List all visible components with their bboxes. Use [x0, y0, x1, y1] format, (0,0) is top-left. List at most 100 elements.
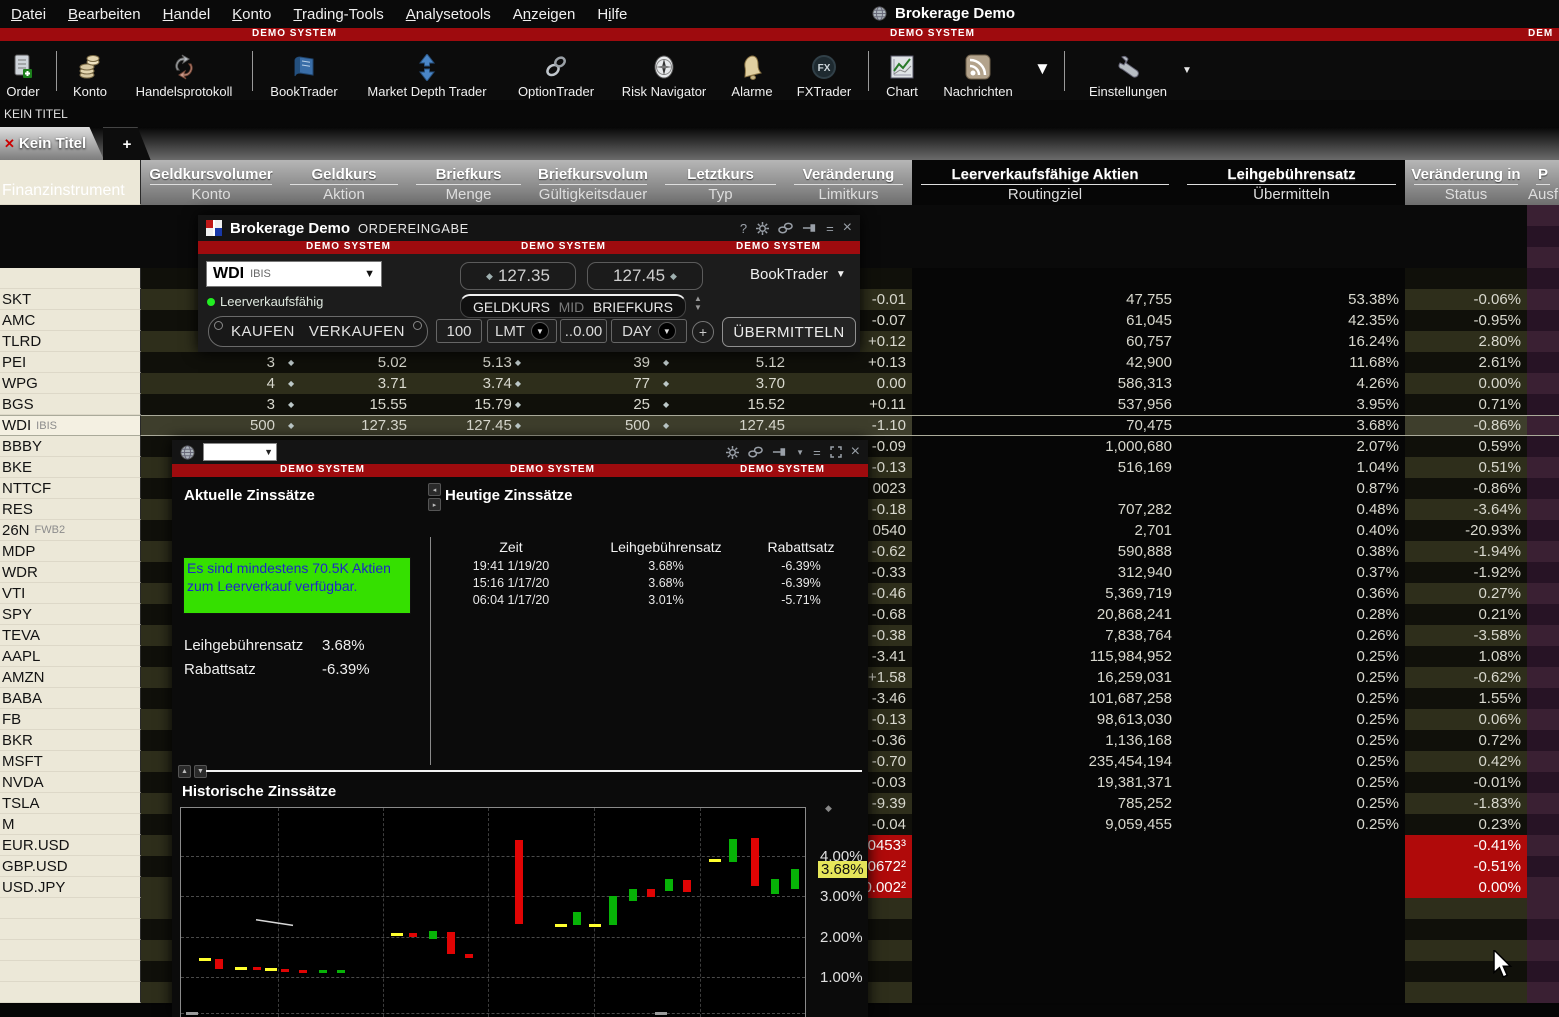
last-cell[interactable]: ◆ 127.45	[656, 415, 785, 436]
menu-hilfe[interactable]: Hilfe	[586, 2, 638, 27]
bid-size-cell[interactable]: 500	[141, 415, 281, 436]
fee-rate-cell[interactable]: 16.24%	[1178, 331, 1405, 352]
shortable-shares-cell[interactable]: 98,613,030	[912, 709, 1178, 730]
shortable-shares-cell[interactable]: 537,956	[912, 394, 1178, 415]
bid-price-button[interactable]: ◆ 127.35	[460, 262, 576, 290]
bid-cell[interactable]: ◆ 127.35	[281, 415, 407, 436]
shortable-shares-cell[interactable]: 115,984,952	[912, 646, 1178, 667]
fee-rate-cell[interactable]: 3.68%	[1178, 415, 1405, 436]
fee-change-cell[interactable]: 0.59%	[1405, 436, 1527, 457]
toolbar-button-chart[interactable]: Chart	[876, 45, 928, 99]
shortable-shares-cell[interactable]: 707,282	[912, 499, 1178, 520]
toolbar-dropdown-arrow-icon[interactable]: ▼	[1182, 65, 1192, 76]
last-cell[interactable]: ◆ 5.12	[656, 352, 785, 373]
minimize-icon[interactable]: =	[813, 445, 821, 460]
toolbar-button-alarme[interactable]: Alarme	[724, 45, 780, 99]
shortable-shares-cell[interactable]	[912, 898, 1178, 919]
fee-rate-cell[interactable]: 53.38%	[1178, 289, 1405, 310]
shortable-shares-cell[interactable]	[912, 856, 1178, 877]
submit-order-button[interactable]: ÜBERMITTELN	[722, 317, 856, 347]
shortable-shares-cell[interactable]: 70,475	[912, 415, 1178, 436]
menu-handel[interactable]: Handel	[152, 2, 222, 27]
change-cell[interactable]: +0.11	[785, 394, 912, 415]
shortable-shares-cell[interactable]	[912, 478, 1178, 499]
toolbar-button-risk-navigator[interactable]: Risk Navigator	[608, 45, 720, 99]
toolbar-button-handelsprotokoll[interactable]: Handelsprotokoll	[122, 45, 246, 99]
instrument-cell[interactable]	[0, 982, 141, 1003]
instrument-cell[interactable]: MSFT	[0, 751, 141, 772]
minimize-icon[interactable]: =	[826, 221, 834, 236]
fee-rate-cell[interactable]: 11.68%	[1178, 352, 1405, 373]
fee-change-cell[interactable]: 0.06%	[1405, 709, 1527, 730]
instrument-cell[interactable]: BGS	[0, 394, 141, 415]
ask-size-cell[interactable]: 77	[530, 373, 656, 394]
pin-icon[interactable]	[802, 222, 817, 234]
chevron-down-icon[interactable]: ▼	[796, 448, 804, 457]
order-dialog-titlebar[interactable]: Brokerage Demo ORDEREINGABE ? = ×	[198, 215, 860, 241]
toolbar-button-market-depth-trader[interactable]: Market Depth Trader	[356, 45, 498, 99]
bid-cell[interactable]: ◆ 15.55	[281, 394, 407, 415]
close-icon[interactable]: ×	[843, 219, 852, 237]
fee-rate-cell[interactable]	[1178, 247, 1405, 268]
fee-rate-cell[interactable]: 0.25%	[1178, 793, 1405, 814]
menu-datei[interactable]: Datei	[0, 2, 57, 27]
header-last[interactable]: Letztkurs Typ	[656, 160, 785, 205]
help-icon[interactable]: ?	[740, 221, 747, 236]
fee-rate-cell[interactable]: 0.38%	[1178, 541, 1405, 562]
instrument-cell[interactable]	[0, 247, 141, 268]
fee-rate-cell[interactable]: 0.25%	[1178, 688, 1405, 709]
fee-change-cell[interactable]: 0.51%	[1405, 457, 1527, 478]
close-icon[interactable]: ×	[851, 443, 860, 461]
toolbar-button-optiontrader[interactable]: OptionTrader	[504, 45, 608, 99]
fee-change-cell[interactable]: -3.58%	[1405, 625, 1527, 646]
gear-icon[interactable]	[756, 221, 770, 235]
menu-anzeigen[interactable]: Anzeigen	[502, 2, 587, 27]
fee-change-cell[interactable]: 2.80%	[1405, 331, 1527, 352]
instrument-cell[interactable]	[0, 226, 141, 247]
instrument-cell[interactable]: WDI IBIS	[0, 415, 141, 436]
toolbar-button-fxtrader[interactable]: FX FXTrader	[784, 45, 864, 99]
fee-rate-cell[interactable]	[1178, 940, 1405, 961]
instrument-cell[interactable]: EUR.USD	[0, 835, 141, 856]
ask-cell[interactable]: 3.74 ◆	[407, 373, 530, 394]
fee-change-cell[interactable]: -0.95%	[1405, 310, 1527, 331]
shortable-shares-cell[interactable]: 2,701	[912, 520, 1178, 541]
shortable-shares-cell[interactable]: 9,059,455	[912, 814, 1178, 835]
instrument-cell[interactable]: AMC	[0, 310, 141, 331]
shortable-shares-cell[interactable]: 47,755	[912, 289, 1178, 310]
fee-change-cell[interactable]: -0.06%	[1405, 289, 1527, 310]
symbol-combobox[interactable]: WDI IBIS ▼	[206, 261, 382, 287]
instrument-cell[interactable]: VTI	[0, 583, 141, 604]
fee-rate-cell[interactable]: 0.37%	[1178, 562, 1405, 583]
tif-dropdown[interactable]: DAY ▼	[611, 319, 687, 343]
fee-change-cell[interactable]: -0.01%	[1405, 772, 1527, 793]
toolbar-dropdown-arrow-icon[interactable]: ▼	[1034, 59, 1051, 79]
instrument-cell[interactable]: TEVA	[0, 625, 141, 646]
table-row-bgs[interactable]: BGS 3 ◆ 15.55 15.79 ◆ 25 ◆ 15.52 +0.11 537,…	[0, 394, 1559, 415]
instrument-cell[interactable]: WPG	[0, 373, 141, 394]
instrument-cell[interactable]	[0, 898, 141, 919]
fee-rate-cell[interactable]: 0.25%	[1178, 772, 1405, 793]
fee-change-cell[interactable]: 0.23%	[1405, 814, 1527, 835]
menu-analysetools[interactable]: Analysetools	[395, 2, 502, 27]
fee-change-cell[interactable]: 2.61%	[1405, 352, 1527, 373]
instrument-cell[interactable]: WDR	[0, 562, 141, 583]
add-tab-button[interactable]: +	[103, 127, 151, 161]
fee-change-cell[interactable]: 1.08%	[1405, 646, 1527, 667]
fee-change-cell[interactable]	[1405, 226, 1527, 247]
table-row-wdi[interactable]: WDI IBIS 500 ◆ 127.35 127.45 ◆ 500 ◆ 127.45 …	[0, 415, 1559, 436]
instrument-cell[interactable]: USD.JPY	[0, 877, 141, 898]
tab-kein-titel[interactable]: ✕ Kein Titel	[0, 127, 104, 160]
fee-change-cell[interactable]: 0.71%	[1405, 394, 1527, 415]
instrument-cell[interactable]: BKE	[0, 457, 141, 478]
header-ausf[interactable]: P Ausf	[1527, 160, 1559, 205]
fee-rate-cell[interactable]	[1178, 835, 1405, 856]
shortable-shares-cell[interactable]	[912, 877, 1178, 898]
maximize-icon[interactable]	[829, 446, 842, 458]
instrument-cell[interactable]	[0, 961, 141, 982]
pin-icon[interactable]	[772, 446, 787, 458]
bid-size-cell[interactable]: 4	[141, 373, 281, 394]
fee-rate-cell[interactable]: 0.25%	[1178, 646, 1405, 667]
fee-rate-cell[interactable]: 0.25%	[1178, 667, 1405, 688]
fee-rate-cell[interactable]	[1178, 226, 1405, 247]
